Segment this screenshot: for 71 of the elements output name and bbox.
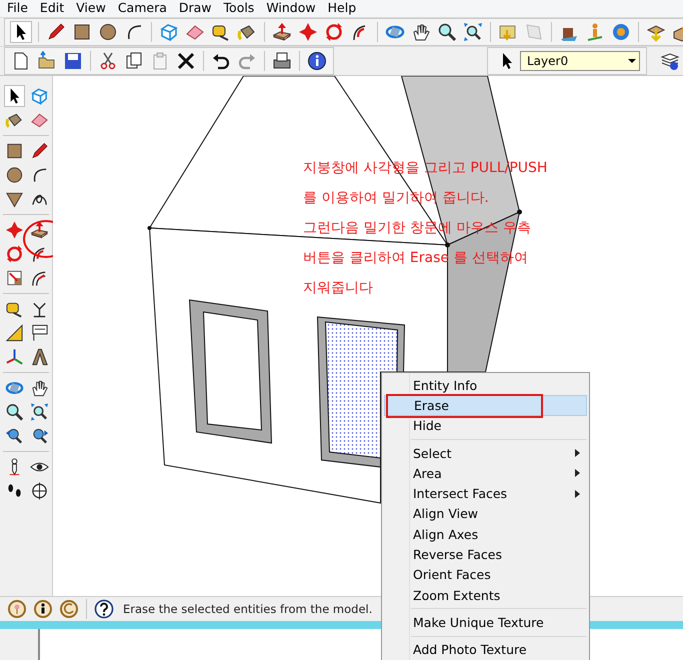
menu-item[interactable]: Edit	[34, 0, 70, 17]
vertex-point	[517, 210, 522, 214]
annotation-text: 지워줍니다	[303, 280, 373, 297]
pin-badge-icon[interactable]	[7, 599, 27, 619]
rotate-icon[interactable]	[324, 22, 344, 42]
protractor-icon[interactable]	[5, 323, 24, 343]
menu-item[interactable]: Erase	[384, 395, 587, 416]
menu-item[interactable]: File	[1, 0, 34, 17]
arrow-cursor-icon[interactable]	[5, 86, 24, 106]
menu-item[interactable]: Add Photo Texture	[384, 640, 587, 660]
menu-item[interactable]: Align Axes	[384, 524, 587, 544]
push-pull-icon[interactable]	[272, 22, 292, 42]
axes-icon[interactable]	[5, 347, 24, 367]
square-icon[interactable]	[72, 22, 92, 42]
menu-item[interactable]: Help	[322, 0, 362, 17]
section-plane-icon[interactable]	[30, 481, 49, 501]
open-folder-icon[interactable]	[37, 51, 57, 71]
hand-icon[interactable]	[411, 22, 431, 42]
menu-item[interactable]: Entity Info	[384, 375, 587, 396]
cube-icon[interactable]	[30, 86, 49, 106]
menu-item[interactable]: Align View	[384, 504, 587, 524]
layer-dropdown[interactable]: Layer0	[520, 51, 640, 71]
ring-badge-icon[interactable]	[59, 599, 79, 619]
arrow-cursor-icon[interactable]	[11, 22, 31, 42]
hand-icon[interactable]	[30, 378, 49, 398]
info-icon[interactable]	[307, 51, 327, 71]
zoom-extents-icon[interactable]	[463, 22, 483, 42]
layer-stack-icon[interactable]	[660, 51, 680, 71]
copy-pages-icon[interactable]	[124, 51, 144, 71]
scissors-icon[interactable]	[98, 51, 118, 71]
magnifier-icon[interactable]	[437, 22, 457, 42]
redo-icon[interactable]	[237, 51, 257, 71]
zoom-previous-icon[interactable]	[5, 426, 24, 446]
scale-icon[interactable]	[5, 268, 24, 288]
menu-item[interactable]: Area	[384, 463, 587, 484]
side-panel	[0, 629, 40, 660]
magnifier-icon[interactable]	[5, 402, 24, 422]
letter-shape-icon[interactable]	[30, 347, 49, 367]
menu-item[interactable]: Draw	[172, 0, 218, 17]
menu-item[interactable]: Intersect Faces	[384, 483, 587, 504]
menu-item[interactable]: Hide	[384, 416, 587, 436]
text-label-icon[interactable]	[30, 323, 49, 343]
menu-item[interactable]: Window	[260, 0, 322, 17]
menu-item[interactable]: Tools	[218, 0, 260, 17]
pencil-icon[interactable]	[46, 22, 66, 42]
circle-icon[interactable]	[98, 22, 118, 42]
globe-icon[interactable]	[611, 22, 631, 42]
menu-item[interactable]: Camera	[112, 0, 173, 17]
menu-item[interactable]: Make Unique Texture	[384, 612, 587, 633]
vertex-point	[445, 242, 450, 248]
printer-icon[interactable]	[272, 51, 292, 71]
square-icon[interactable]	[5, 141, 24, 161]
move-icon[interactable]	[5, 220, 24, 240]
push-pull-icon[interactable]	[30, 220, 49, 240]
cube-icon[interactable]	[159, 22, 179, 42]
move-icon[interactable]	[298, 22, 318, 42]
menu-item[interactable]: Reverse Faces	[384, 544, 587, 565]
menu-item[interactable]: Orient Faces	[384, 564, 587, 585]
zoom-extents-icon[interactable]	[30, 402, 49, 422]
vertex-point	[148, 226, 152, 230]
person-badge-icon[interactable]	[33, 599, 53, 619]
figure-icon[interactable]	[585, 22, 605, 42]
circle-icon[interactable]	[5, 165, 24, 185]
help-icon[interactable]	[94, 599, 114, 619]
menu-item[interactable]: Select	[384, 442, 587, 464]
x-mark-icon[interactable]	[176, 51, 196, 71]
undo-icon[interactable]	[211, 51, 231, 71]
menu-item[interactable]: View	[70, 0, 112, 17]
status-message: Erase the selected entities from the model.	[123, 602, 372, 616]
rotate-icon[interactable]	[5, 244, 24, 264]
pencil-icon[interactable]	[30, 141, 49, 161]
